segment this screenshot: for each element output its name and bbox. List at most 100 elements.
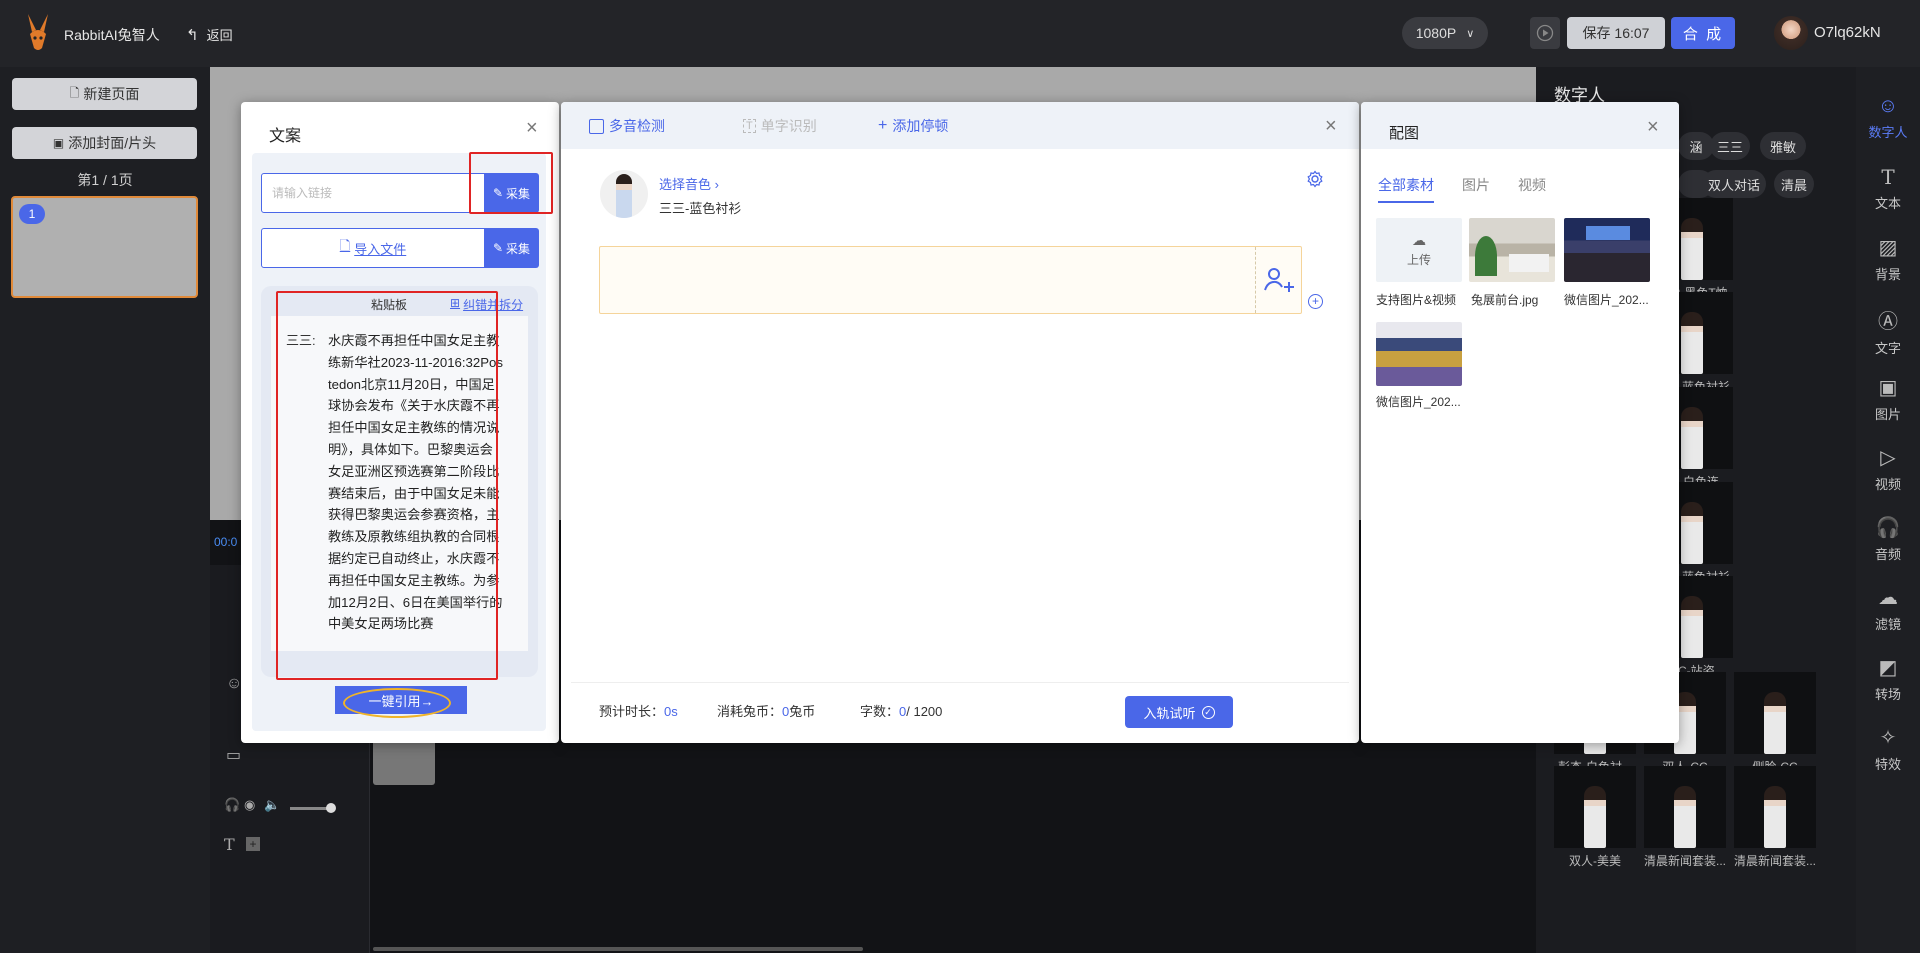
rabbit-logo-icon[interactable] [22, 12, 54, 52]
back-button[interactable]: ↰ 返回 [186, 25, 233, 44]
close-icon[interactable]: × [526, 118, 538, 138]
rail-image[interactable]: ▣ 图片 [1856, 375, 1920, 423]
rail-wordart[interactable]: Ⓐ 文字 [1856, 305, 1920, 357]
digital-human-card[interactable] [1644, 766, 1726, 848]
single-char-button[interactable]: T 单字识别 [743, 116, 817, 136]
rail-filter[interactable]: ☁ 滤镜 [1856, 585, 1920, 633]
person-add-icon [1263, 268, 1294, 292]
voice-assign-button[interactable] [1255, 247, 1301, 313]
rail-transition[interactable]: ◩ 转场 [1856, 655, 1920, 703]
multi-tone-check[interactable]: 多音检测 [589, 116, 665, 136]
rail-label: 图片 [1874, 407, 1901, 422]
background-icon: ▨ [1878, 237, 1898, 259]
upload-label: 上传 [1406, 253, 1431, 267]
rail-background[interactable]: ▨ 背景 [1856, 235, 1920, 283]
volume-icon[interactable]: 🔈 [264, 797, 280, 813]
choose-voice-link[interactable]: 选择音色 › [659, 174, 719, 193]
digital-human-card[interactable] [1554, 766, 1636, 848]
page-info: 第1 / 1页 [77, 172, 133, 188]
compose-button[interactable]: 合 成 [1671, 17, 1735, 49]
add-cover-label: 添加封面/片头 [68, 135, 157, 151]
username[interactable]: O7lq62kN [1814, 24, 1881, 41]
headphone-icon[interactable]: 🎧 [224, 797, 240, 813]
rail-label: 转场 [1874, 687, 1901, 702]
filter-icon: ☁ [1878, 587, 1898, 609]
rail-effects[interactable]: ✧ 特效 [1856, 725, 1920, 773]
close-icon[interactable]: × [1647, 117, 1659, 137]
resolution-select[interactable]: 1080P ∨ [1402, 17, 1488, 49]
filter-chip[interactable]: 雅敏 [1760, 132, 1806, 160]
listen-label: 入轨试听 [1143, 705, 1196, 721]
add-cover-button[interactable]: ▣ 添加封面/片头 [12, 127, 197, 159]
timeline-scrollbar[interactable] [373, 947, 863, 951]
images-tabs: 全部素材 图片 视频 [1378, 175, 1546, 203]
digital-human-name: 清晨新闻套装... [1733, 854, 1816, 868]
rail-audio[interactable]: 🎧 音频 [1856, 515, 1920, 563]
volume-slider[interactable] [290, 803, 336, 813]
char-count-stat: 字数：0/ 1200 [860, 701, 942, 720]
edit-icon: ✎ [492, 241, 504, 255]
import-label: 导入文件 [354, 241, 407, 257]
upload-button[interactable]: ☁ 上传 [1376, 218, 1462, 282]
char-count-label: 字数： [860, 704, 900, 719]
image-thumbnail[interactable] [1376, 322, 1462, 386]
rail-label: 音频 [1874, 547, 1901, 562]
right-tool-rail: ☺ 数字人 T 文本 ▨ 背景 Ⓐ 文字 ▣ 图片 ▷ 视频 🎧 音频 ☁ 滤镜 ◩ 转场 ✧ 特效 [1856, 67, 1920, 953]
eye-icon[interactable]: ◉ [244, 797, 255, 813]
rail-text[interactable]: T 文本 [1856, 165, 1920, 212]
close-icon[interactable]: × [1325, 116, 1337, 136]
digital-human-name: 双人-美美 [1569, 854, 1621, 868]
add-paragraph-icon[interactable]: + [1308, 294, 1323, 309]
top-bar: RabbitAI兔智人 ↰ 返回 1080P ∨ 保存 16:07 合 成 O7… [0, 0, 1920, 67]
tab-videos[interactable]: 视频 [1518, 175, 1546, 203]
highlight-ellipse-quote [343, 688, 451, 718]
image-add-icon: ▣ [52, 136, 65, 150]
play-circle-icon [1536, 24, 1554, 42]
duration-label: 预计时长： [599, 704, 665, 719]
user-avatar[interactable] [1774, 16, 1808, 50]
filter-chip[interactable]: 双人对话 [1702, 170, 1766, 198]
back-arrow-icon: ↰ [186, 26, 199, 44]
brand-name: RabbitAI兔智人 [64, 27, 160, 43]
digital-human-card[interactable] [1734, 766, 1816, 848]
cloud-upload-icon: ☁ [1412, 232, 1426, 248]
preview-play-button[interactable] [1530, 17, 1560, 49]
voice-avatar[interactable] [600, 170, 648, 218]
multi-tone-label: 多音检测 [609, 118, 665, 134]
new-page-button[interactable]: 🗋 新建页面 [12, 78, 197, 110]
editor-footer: 预计时长：0s 消耗兔币：0兔币 字数：0/ 1200 入轨试听 ✓ [571, 682, 1349, 734]
new-page-label: 新建页面 [83, 86, 140, 102]
add-pause-button[interactable]: + 添加停顿 [878, 116, 948, 136]
rail-digital-human[interactable]: ☺ 数字人 [1856, 95, 1920, 141]
tab-all[interactable]: 全部素材 [1378, 175, 1434, 203]
digital-human-figure [1681, 407, 1703, 469]
rail-label: 数字人 [1868, 125, 1908, 140]
link-input[interactable]: 请输入链接 [261, 173, 485, 213]
digital-human-card[interactable] [1734, 672, 1816, 754]
digital-human-figure [1764, 692, 1786, 754]
settings-icon[interactable] [1306, 170, 1324, 188]
filter-chip[interactable]: 三三 [1710, 132, 1750, 160]
volume-slider-handle[interactable] [326, 803, 336, 813]
track-listen-button[interactable]: 入轨试听 ✓ [1125, 696, 1233, 728]
dialog-title: 文案 [269, 128, 302, 145]
script-text-box[interactable] [599, 246, 1302, 314]
image-caption: 微信图片_202... [1564, 293, 1649, 307]
filter-chip[interactable]: 涵 [1678, 132, 1714, 160]
image-thumbnail[interactable] [1564, 218, 1650, 282]
page-thumbnail[interactable]: 1 [11, 196, 198, 298]
tab-images[interactable]: 图片 [1462, 175, 1490, 203]
import-file-button[interactable]: 🗋 导入文件 [261, 228, 485, 268]
filter-chip[interactable]: 清晨 [1774, 170, 1814, 198]
duration-stat: 预计时长：0s [599, 701, 678, 720]
plus-icon: + [878, 117, 888, 134]
dialog-title: 配图 [1389, 125, 1420, 142]
checkbox-icon[interactable] [589, 118, 604, 134]
image-thumbnail[interactable] [1469, 218, 1555, 282]
rail-video[interactable]: ▷ 视频 [1856, 445, 1920, 493]
collect-file-button[interactable]: ✎ 采集 [484, 228, 539, 268]
digital-human-figure [1674, 786, 1696, 848]
save-button[interactable]: 保存 16:07 [1567, 17, 1665, 49]
add-track-icon[interactable]: + [246, 837, 260, 851]
resolution-value: 1080P [1415, 25, 1457, 41]
